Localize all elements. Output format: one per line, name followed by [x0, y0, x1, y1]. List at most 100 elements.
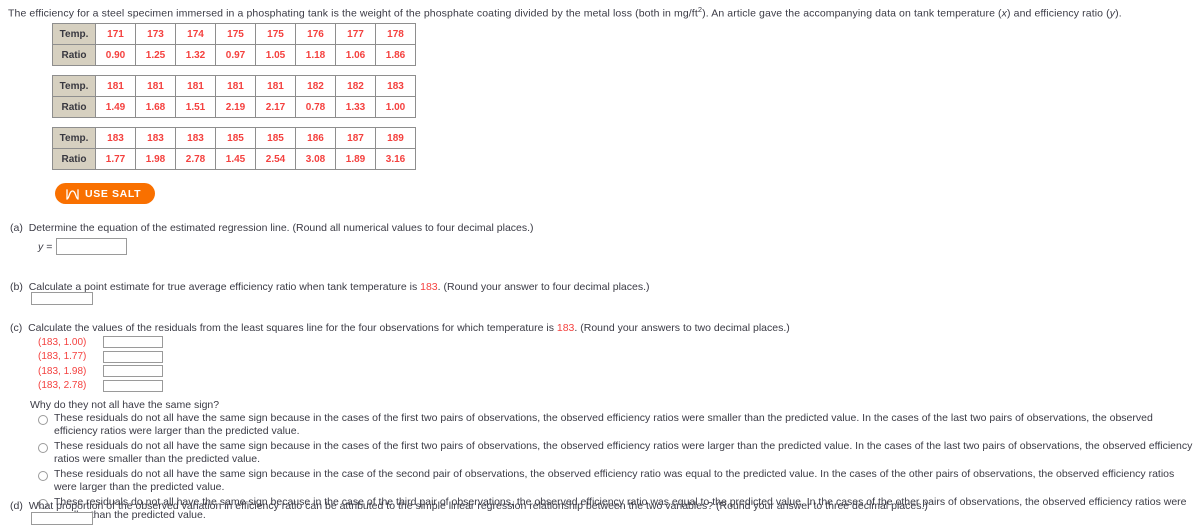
temp-cell: 175	[255, 23, 296, 45]
part-a-input[interactable]	[56, 238, 128, 255]
temp-cell: 181	[135, 75, 176, 97]
part-a-text: Determine the equation of the estimated …	[28, 222, 534, 234]
residual-input-4[interactable]	[103, 379, 163, 392]
ratio-cell: 1.89	[335, 148, 376, 170]
residual-pair-label: (183, 1.77)	[38, 351, 87, 363]
part-b-input[interactable]	[31, 292, 93, 305]
ratio-cell: 2.78	[175, 148, 216, 170]
residual-row: (183, 1.77)	[38, 350, 163, 365]
ratio-cell: 1.51	[175, 96, 216, 118]
part-d-text: What proportion of the observed variatio…	[28, 500, 928, 512]
radio-option-1[interactable]: These residuals do not all have the same…	[38, 412, 1193, 437]
residual-input-3[interactable]	[103, 365, 163, 378]
part-c-question: (c) Calculate the values of the residual…	[10, 322, 790, 334]
ratio-cell: 1.49	[95, 96, 136, 118]
ratio-header: Ratio	[52, 44, 96, 66]
residual-pair-label: (183, 2.78)	[38, 380, 87, 392]
ratio-cell: 2.17	[255, 96, 296, 118]
radio-option-2[interactable]: These residuals do not all have the same…	[38, 440, 1193, 465]
ratio-cell: 0.78	[295, 96, 336, 118]
part-b-question: (b) Calculate a point estimate for true …	[10, 281, 650, 293]
ratio-cell: 1.98	[135, 148, 176, 170]
residual-input-2[interactable]	[103, 350, 163, 363]
temp-cell: 189	[375, 127, 416, 149]
table-row: Ratio 1.49 1.68 1.51 2.19 2.17 0.78 1.33…	[52, 96, 416, 118]
temp-cell: 176	[295, 23, 336, 45]
part-c-highlight: 183	[556, 322, 575, 334]
intro-text-part2: ). An article gave the accompanying data…	[702, 7, 1002, 20]
temp-header: Temp.	[52, 75, 96, 97]
temp-cell: 175	[215, 23, 256, 45]
residual-list: (183, 1.00) (183, 1.77) (183, 1.98) (183…	[38, 335, 163, 393]
radio-option-3-label: These residuals do not all have the same…	[54, 468, 1175, 493]
intro-text-part4: ).	[1115, 7, 1122, 20]
ratio-cell: 1.00	[375, 96, 416, 118]
temp-cell: 174	[175, 23, 216, 45]
temp-cell: 183	[375, 75, 416, 97]
table-row: Temp. 171 173 174 175 175 176 177 178	[52, 23, 416, 45]
residual-pair-label: (183, 1.98)	[38, 365, 87, 377]
residual-row: (183, 2.78)	[38, 379, 163, 394]
residual-input-1[interactable]	[103, 336, 163, 349]
part-d-question: (d) What proportion of the observed vari…	[10, 500, 928, 512]
residual-row: (183, 1.00)	[38, 335, 163, 350]
part-d-input[interactable]	[31, 512, 93, 525]
temp-header: Temp.	[52, 23, 96, 45]
radio-option-2-label: These residuals do not all have the same…	[54, 440, 1193, 465]
radio-button-icon[interactable]	[38, 471, 48, 481]
problem-statement: The efficiency for a steel specimen imme…	[8, 5, 1122, 20]
temp-cell: 183	[95, 127, 136, 149]
salt-distribution-icon	[66, 188, 79, 200]
ratio-cell: 1.05	[255, 44, 296, 66]
temp-cell: 186	[295, 127, 336, 149]
part-d-marker: (d)	[10, 500, 23, 512]
ratio-cell: 0.90	[95, 44, 136, 66]
table-row: Ratio 0.90 1.25 1.32 0.97 1.05 1.18 1.06…	[52, 44, 416, 66]
table-row: Temp. 183 183 183 185 185 186 187 189	[52, 127, 416, 149]
ratio-cell: 1.77	[95, 148, 136, 170]
ratio-cell: 1.18	[295, 44, 336, 66]
residual-row: (183, 1.98)	[38, 364, 163, 379]
ratio-cell: 1.33	[335, 96, 376, 118]
temp-cell: 182	[295, 75, 336, 97]
temp-cell: 187	[335, 127, 376, 149]
temp-cell: 185	[255, 127, 296, 149]
part-a-question: (a) Determine the equation of the estima…	[10, 222, 534, 234]
part-a-marker: (a)	[10, 222, 23, 234]
temp-cell: 181	[255, 75, 296, 97]
use-salt-button[interactable]: USE SALT	[55, 183, 156, 204]
temp-header: Temp.	[52, 127, 96, 149]
radio-option-1-label: These residuals do not all have the same…	[54, 412, 1153, 437]
part-b-text-after: . (Round your answer to four decimal pla…	[437, 281, 650, 293]
temp-cell: 178	[375, 23, 416, 45]
ratio-cell: 2.19	[215, 96, 256, 118]
temp-cell: 181	[95, 75, 136, 97]
residual-pair-label: (183, 1.00)	[38, 336, 87, 348]
ratio-cell: 0.97	[215, 44, 256, 66]
temp-cell: 173	[135, 23, 176, 45]
part-c-text-after: . (Round your answers to two decimal pla…	[574, 322, 790, 334]
radio-button-icon[interactable]	[38, 443, 48, 453]
part-b-marker: (b)	[10, 281, 23, 293]
ratio-cell: 1.06	[335, 44, 376, 66]
radio-option-3[interactable]: These residuals do not all have the same…	[38, 468, 1193, 493]
radio-button-icon[interactable]	[38, 415, 48, 425]
data-table-3: Temp. 183 183 183 185 185 186 187 189 Ra…	[52, 127, 416, 170]
intro-text-part1: The efficiency for a steel specimen imme…	[8, 7, 698, 20]
part-c-text-before: Calculate the values of the residuals fr…	[28, 322, 554, 334]
temp-cell: 183	[135, 127, 176, 149]
ratio-cell: 3.16	[375, 148, 416, 170]
ratio-cell: 2.54	[255, 148, 296, 170]
part-a-answer-row: y =	[38, 238, 128, 255]
table-row: Temp. 181 181 181 181 181 182 182 183	[52, 75, 416, 97]
part-b-highlight: 183	[420, 281, 438, 293]
ratio-cell: 1.68	[135, 96, 176, 118]
ratio-cell: 1.45	[215, 148, 256, 170]
temp-cell: 177	[335, 23, 376, 45]
ratio-cell: 3.08	[295, 148, 336, 170]
table-row: Ratio 1.77 1.98 2.78 1.45 2.54 3.08 1.89…	[52, 148, 416, 170]
temp-cell: 185	[215, 127, 256, 149]
ratio-cell: 1.32	[175, 44, 216, 66]
y-equals-label: y =	[38, 240, 53, 253]
intro-text-part3: ) and efficiency ratio (	[1007, 7, 1110, 20]
